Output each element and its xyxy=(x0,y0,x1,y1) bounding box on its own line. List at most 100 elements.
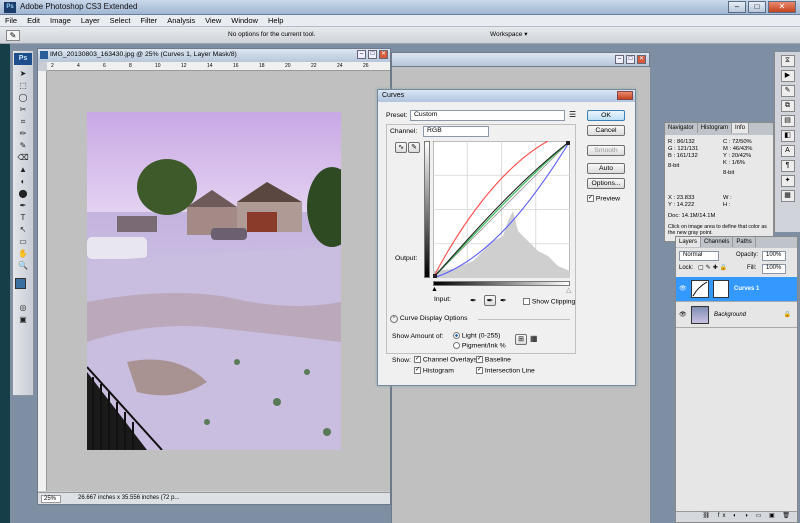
minimize-button[interactable]: – xyxy=(357,50,366,59)
minimize-button[interactable]: – xyxy=(615,55,624,64)
menu-edit[interactable]: Edit xyxy=(22,15,45,25)
fill-field[interactable]: 100% xyxy=(762,264,786,274)
layers-footer-icons[interactable]: ⛓ fx ◐ ◑ ▭ ▣ 🗑 xyxy=(676,511,797,522)
show-clipping-checkbox[interactable] xyxy=(523,298,530,305)
show-clipping-option[interactable]: Show Clipping xyxy=(523,298,575,305)
menu-help[interactable]: Help xyxy=(263,15,288,25)
curve-edit-points-icon[interactable]: ∿ xyxy=(395,142,407,153)
marquee-tool-icon[interactable]: ⬚ xyxy=(13,80,33,92)
blend-mode-select[interactable]: Normal xyxy=(679,251,719,261)
dock-character-icon[interactable]: A xyxy=(780,145,795,157)
workspace-menu[interactable]: Workspace ▾ xyxy=(490,30,527,38)
preview-option[interactable]: ✓ Preview xyxy=(587,195,620,202)
menu-filter[interactable]: Filter xyxy=(136,15,163,25)
intersection-line-option[interactable]: ✓ Intersection Line xyxy=(476,367,535,374)
menu-image[interactable]: Image xyxy=(45,15,76,25)
light-option[interactable]: Light (0-255) xyxy=(453,332,500,339)
screen-mode-icon[interactable]: ▣ xyxy=(13,314,33,326)
menu-layer[interactable]: Layer xyxy=(76,15,105,25)
minimize-button[interactable]: – xyxy=(728,1,746,13)
smooth-button[interactable]: Smooth xyxy=(587,145,625,156)
slice-tool-icon[interactable]: ⌗ xyxy=(13,116,33,128)
crop-tool-icon[interactable]: ✂ xyxy=(13,104,33,116)
blur-tool-icon[interactable]: ⬤ xyxy=(13,188,33,200)
grid-4x4-icon[interactable]: ⊞ xyxy=(515,334,527,345)
dock-actions-icon[interactable]: ▶ xyxy=(780,70,795,82)
layer-row-background[interactable]: 👁 Background 🔒 xyxy=(676,303,797,328)
dock-paragraph-icon[interactable]: ¶ xyxy=(780,160,795,172)
type-tool-icon[interactable]: T xyxy=(13,212,33,224)
lock-icons[interactable]: ▢✎✚🔒 xyxy=(698,264,729,271)
menu-view[interactable]: View xyxy=(200,15,226,25)
menu-file[interactable]: File xyxy=(0,15,22,25)
eyedropper-tool-icon[interactable]: ✎ xyxy=(6,30,20,41)
curve-display-options-toggle[interactable]: ⌃ Curve Display Options xyxy=(390,315,468,323)
channel-overlays-option[interactable]: ✓ Channel Overlays xyxy=(414,356,477,363)
baseline-checkbox[interactable]: ✓ xyxy=(476,356,483,363)
black-point-slider[interactable]: ▲ xyxy=(431,286,438,293)
intersection-line-checkbox[interactable]: ✓ xyxy=(476,367,483,374)
curve-draw-pencil-icon[interactable]: ✎ xyxy=(408,142,420,153)
preview-checkbox[interactable]: ✓ xyxy=(587,195,594,202)
eraser-tool-icon[interactable]: ⌫ xyxy=(13,152,33,164)
pigment-radio[interactable] xyxy=(453,342,460,349)
maximize-button[interactable]: □ xyxy=(626,55,635,64)
dock-swatches-icon[interactable]: ▦ xyxy=(780,190,795,202)
canvas-area[interactable] xyxy=(47,71,390,491)
close-button[interactable]: ✕ xyxy=(637,55,646,64)
zoom-tool-icon[interactable]: 🔍 xyxy=(13,260,33,272)
eye-icon[interactable]: 👁 xyxy=(679,285,687,292)
ok-button[interactable]: OK xyxy=(587,110,625,121)
pigment-option[interactable]: Pigment/Ink % xyxy=(453,342,506,349)
hand-tool-icon[interactable]: ✋ xyxy=(13,248,33,260)
opacity-field[interactable]: 100% xyxy=(762,251,786,261)
quick-mask-icon[interactable]: ◎ xyxy=(13,302,33,314)
shape-tool-icon[interactable]: ▭ xyxy=(13,236,33,248)
white-point-slider[interactable]: △ xyxy=(566,286,571,294)
layer-row-curves[interactable]: 👁 Curves 1 xyxy=(676,277,797,302)
auto-button[interactable]: Auto xyxy=(587,163,625,174)
expand-chevron-icon[interactable]: ⌃ xyxy=(390,315,398,323)
options-button[interactable]: Options... xyxy=(587,178,625,189)
dock-navigator-icon[interactable]: ✦ xyxy=(780,175,795,187)
preset-select[interactable]: Custom xyxy=(410,110,565,121)
tab-navigator[interactable]: Navigator xyxy=(665,123,698,133)
histogram-checkbox[interactable]: ✓ xyxy=(414,367,421,374)
cancel-button[interactable]: Cancel xyxy=(587,125,625,136)
foreground-color-swatch[interactable] xyxy=(15,278,26,289)
dodge-tool-icon[interactable]: ◐ xyxy=(13,176,33,188)
photo-canvas[interactable] xyxy=(87,112,341,450)
maximize-button[interactable]: □ xyxy=(368,50,377,59)
tab-info[interactable]: Info xyxy=(732,123,750,133)
brush-tool-icon[interactable]: ✏ xyxy=(13,128,33,140)
tab-layers[interactable]: Layers xyxy=(676,237,702,247)
grid-10x10-icon[interactable]: ▦ xyxy=(530,334,538,343)
maximize-button[interactable]: □ xyxy=(748,1,766,13)
path-select-tool-icon[interactable]: ↖ xyxy=(13,224,33,236)
zoom-field[interactable]: 25% xyxy=(41,495,61,503)
tab-histogram[interactable]: Histogram xyxy=(698,123,733,133)
dock-history-icon[interactable]: ⧖ xyxy=(780,55,795,67)
tab-paths[interactable]: Paths xyxy=(733,237,756,247)
gray-eyedropper-icon[interactable]: ✒ xyxy=(484,295,496,306)
close-button[interactable]: ✕ xyxy=(379,50,388,59)
channel-select[interactable]: RGB xyxy=(423,126,489,137)
document-info[interactable]: 26.667 inches x 35.556 inches (72 p... xyxy=(78,495,179,501)
light-radio[interactable] xyxy=(453,332,460,339)
lasso-tool-icon[interactable]: ◯ xyxy=(13,92,33,104)
layer-name[interactable]: Curves 1 xyxy=(734,286,759,292)
close-button[interactable]: ✕ xyxy=(768,1,796,13)
black-eyedropper-icon[interactable]: ✒ xyxy=(470,296,477,305)
pen-tool-icon[interactable]: ✒ xyxy=(13,200,33,212)
channel-overlays-checkbox[interactable]: ✓ xyxy=(414,356,421,363)
dock-clone-icon[interactable]: ⧉ xyxy=(780,100,795,112)
eye-icon[interactable]: 👁 xyxy=(679,311,687,318)
menu-window[interactable]: Window xyxy=(226,15,263,25)
pencil-tool-icon[interactable]: ✎ xyxy=(13,140,33,152)
dock-brush-icon[interactable]: ✎ xyxy=(780,85,795,97)
curves-graph[interactable] xyxy=(432,140,571,279)
histogram-option[interactable]: ✓ Histogram xyxy=(414,367,454,374)
menu-analysis[interactable]: Analysis xyxy=(162,15,200,25)
layer-name[interactable]: Background xyxy=(714,312,746,318)
preset-options-icon[interactable]: ☰ xyxy=(569,110,576,119)
